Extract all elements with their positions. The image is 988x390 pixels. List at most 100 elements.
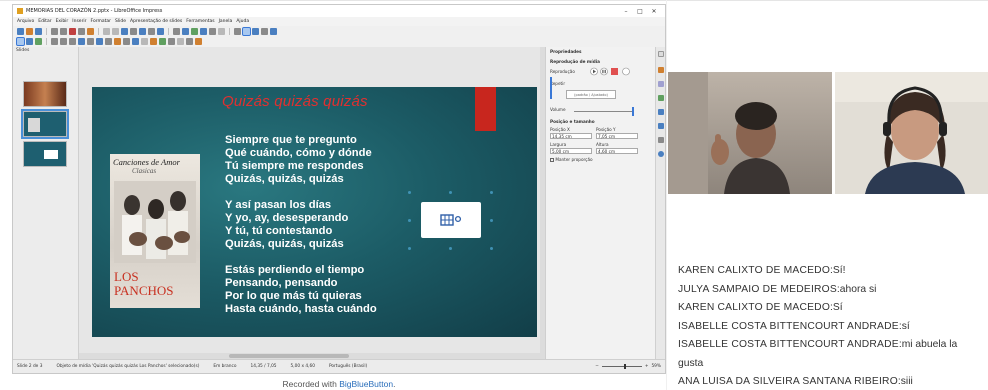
zoom-slider[interactable] [601, 364, 642, 369]
toolbar-button[interactable] [60, 37, 67, 45]
current-slide[interactable]: Quizás quizás quizás Canciones de Amor C… [92, 87, 537, 337]
scrollbar-thumb[interactable] [229, 354, 349, 358]
transition-deck-icon[interactable] [658, 109, 664, 115]
media-object[interactable] [421, 202, 481, 238]
selection-handle[interactable] [408, 247, 411, 250]
toolbar-button[interactable] [26, 37, 33, 45]
toolbar-button[interactable] [130, 27, 137, 35]
menu-editar[interactable]: Editar [38, 19, 51, 24]
gallery-deck-icon[interactable] [658, 67, 664, 73]
master-slide-name[interactable]: Em branco [213, 364, 236, 369]
toolbar-button[interactable] [96, 37, 103, 45]
pos-x-field[interactable]: 14,35 cm [550, 133, 592, 139]
toolbar-button[interactable] [112, 27, 119, 35]
master-slides-deck-icon[interactable] [658, 81, 664, 87]
position-slider[interactable] [550, 77, 552, 99]
toolbar-button[interactable] [123, 37, 130, 45]
zoom-in-icon[interactable]: + [645, 364, 649, 369]
toolbar-button[interactable] [139, 27, 146, 35]
menu-apresentacao[interactable]: Apresentação de slides [130, 19, 182, 24]
toolbar-button[interactable] [173, 27, 180, 35]
animation-deck-icon[interactable] [658, 95, 664, 101]
toolbar-button[interactable] [234, 27, 241, 35]
menu-ajuda[interactable]: Ajuda [236, 19, 249, 24]
volume-slider[interactable] [574, 111, 632, 112]
toolbar-button[interactable] [159, 37, 166, 45]
checkbox-box[interactable] [550, 158, 554, 162]
language-status[interactable]: Português (Brasil) [329, 364, 367, 369]
selection-handle[interactable] [408, 191, 411, 194]
toolbar-button[interactable] [150, 37, 157, 45]
zoom-out-icon[interactable]: − [595, 364, 599, 369]
menu-janela[interactable]: Janela [219, 19, 233, 24]
toolbar-button[interactable] [51, 27, 58, 35]
toolbar-button[interactable] [148, 27, 155, 35]
toolbar-button[interactable] [209, 27, 216, 35]
toolbar-button-active[interactable] [242, 26, 251, 36]
toolbar-button[interactable] [87, 27, 94, 35]
toolbar-button[interactable] [218, 27, 225, 35]
toolbar-button[interactable] [87, 37, 94, 45]
toolbar-button[interactable] [168, 37, 175, 45]
volume-slider-knob[interactable] [632, 107, 634, 116]
slide-canvas: Quizás quizás quizás Canciones de Amor C… [79, 47, 545, 359]
toolbar-button[interactable] [157, 27, 164, 35]
menu-formatar[interactable]: Formatar [91, 19, 111, 24]
styles-deck-icon[interactable] [658, 123, 664, 129]
toolbar-button[interactable] [114, 37, 121, 45]
menu-exibir[interactable]: Exibir [56, 19, 69, 24]
toolbar-button[interactable] [141, 37, 148, 45]
toolbar-button[interactable] [191, 27, 198, 35]
zoom-control[interactable]: − + 59% [595, 364, 661, 369]
close-icon[interactable]: ✕ [647, 8, 661, 15]
menu-slide[interactable]: Slide [115, 19, 126, 24]
toolbar-button[interactable] [35, 27, 42, 35]
toolbar-button[interactable] [252, 27, 259, 35]
toolbar-button[interactable] [78, 37, 85, 45]
selection-handle[interactable] [490, 191, 493, 194]
menu-inserir[interactable]: Inserir [72, 19, 86, 24]
maximize-icon[interactable]: □ [633, 8, 647, 15]
bigbluebutton-link[interactable]: BigBlueButton [339, 379, 393, 389]
toolbar-button[interactable] [186, 37, 193, 45]
playback-controls[interactable] [590, 67, 650, 76]
pos-y-field[interactable]: 7,05 cm [596, 133, 638, 139]
selection-handle[interactable] [408, 219, 411, 222]
toolbar-button[interactable] [261, 27, 268, 35]
selection-handle[interactable] [490, 219, 493, 222]
toolbar-button[interactable] [17, 27, 24, 35]
menu-arquivo[interactable]: Arquivo [17, 19, 34, 24]
selection-handle[interactable] [449, 191, 452, 194]
toolbar-button[interactable] [195, 37, 202, 45]
select-tool-button[interactable] [16, 36, 25, 46]
navigator-deck-icon[interactable] [658, 137, 664, 143]
toolbar-button[interactable] [60, 27, 67, 35]
keep-ratio-checkbox[interactable]: Manter proporção [550, 157, 593, 162]
slide-thumbnail-3[interactable] [23, 141, 67, 167]
toolbar-button[interactable] [200, 27, 207, 35]
height-field[interactable]: 4,60 cm [596, 148, 638, 154]
toolbar-button[interactable] [51, 37, 58, 45]
media-ratio-field[interactable]: (padrão / Ajustado) [566, 90, 616, 99]
menu-ferramentas[interactable]: Ferramentas [186, 19, 214, 24]
toolbar-button[interactable] [177, 37, 184, 45]
help-deck-icon[interactable] [658, 151, 664, 157]
toolbar-button[interactable] [69, 37, 76, 45]
slide-thumbnail-2[interactable] [21, 109, 69, 139]
toolbar-button[interactable] [270, 27, 277, 35]
toolbar-button[interactable] [121, 27, 128, 35]
selection-handle[interactable] [490, 247, 493, 250]
toolbar-button[interactable] [182, 27, 189, 35]
toolbar-button[interactable] [105, 37, 112, 45]
minimize-icon[interactable]: – [619, 8, 633, 15]
selection-handle[interactable] [449, 247, 452, 250]
toolbar-button[interactable] [78, 27, 85, 35]
slide-thumbnail-1[interactable] [23, 81, 67, 107]
toolbar-button[interactable] [132, 37, 139, 45]
properties-deck-icon[interactable] [658, 51, 664, 57]
toolbar-button[interactable] [35, 37, 42, 45]
toolbar-button[interactable] [26, 27, 33, 35]
width-field[interactable]: 5,00 cm [550, 148, 592, 154]
toolbar-button[interactable] [69, 27, 76, 35]
toolbar-button[interactable] [103, 27, 110, 35]
